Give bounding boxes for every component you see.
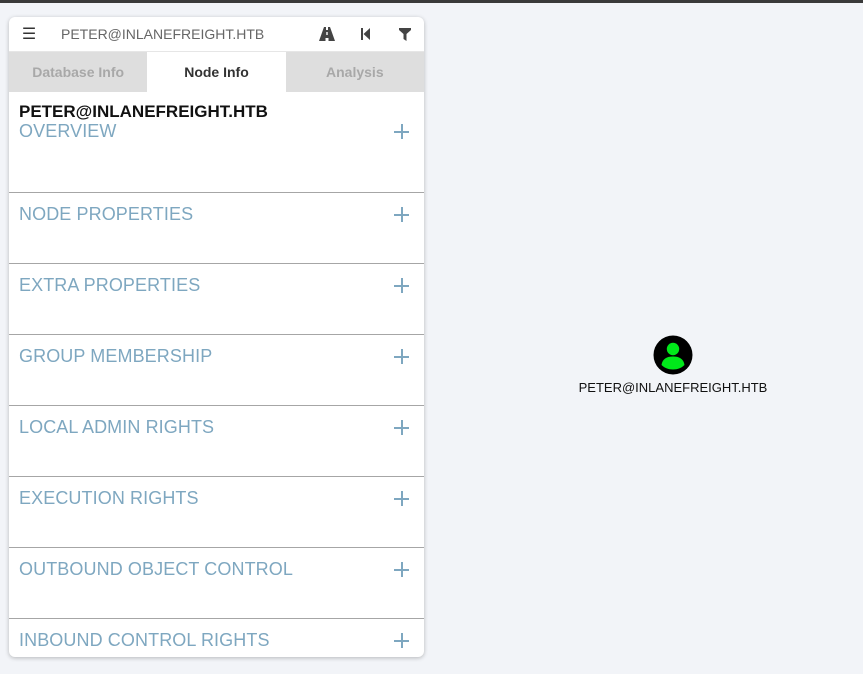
section-overview[interactable]: OVERVIEW bbox=[9, 121, 424, 193]
section-label: EXTRA PROPERTIES bbox=[19, 275, 201, 295]
user-icon bbox=[653, 335, 693, 375]
plus-icon[interactable] bbox=[394, 633, 409, 648]
section-extra-properties[interactable]: EXTRA PROPERTIES bbox=[9, 264, 424, 335]
section-label: INBOUND CONTROL RIGHTS bbox=[19, 630, 270, 650]
hamburger-menu-icon[interactable]: ☰ bbox=[9, 24, 49, 44]
graph-user-node[interactable] bbox=[653, 335, 693, 375]
graph-node-label: PETER@INLANEFREIGHT.HTB bbox=[578, 380, 768, 395]
section-local-admin-rights[interactable]: LOCAL ADMIN RIGHTS bbox=[9, 406, 424, 477]
search-row: ☰ bbox=[9, 17, 424, 52]
section-label: OUTBOUND OBJECT CONTROL bbox=[19, 559, 293, 579]
section-inbound-control-rights[interactable]: INBOUND CONTROL RIGHTS bbox=[9, 619, 424, 657]
section-execution-rights[interactable]: EXECUTION RIGHTS bbox=[9, 477, 424, 548]
pathfinding-button[interactable] bbox=[307, 17, 346, 51]
plus-icon[interactable] bbox=[394, 562, 409, 577]
tab-bar: Database Info Node Info Analysis bbox=[9, 52, 424, 92]
section-label: OVERVIEW bbox=[19, 121, 117, 141]
plus-icon[interactable] bbox=[394, 420, 409, 435]
toolbar-icons bbox=[307, 17, 424, 51]
tab-database-info[interactable]: Database Info bbox=[9, 52, 148, 92]
filter-button[interactable] bbox=[385, 17, 424, 51]
section-label: GROUP MEMBERSHIP bbox=[19, 346, 213, 366]
road-icon bbox=[318, 27, 335, 41]
search-input[interactable] bbox=[59, 25, 283, 43]
plus-icon[interactable] bbox=[394, 491, 409, 506]
window-top-border bbox=[0, 0, 863, 3]
section-label: EXECUTION RIGHTS bbox=[19, 488, 199, 508]
sidebar-panel: ☰ Database Info Nod bbox=[9, 17, 424, 657]
tab-analysis[interactable]: Analysis bbox=[285, 52, 424, 92]
tab-node-info[interactable]: Node Info bbox=[147, 52, 286, 92]
plus-icon[interactable] bbox=[394, 278, 409, 293]
node-title: PETER@INLANEFREIGHT.HTB bbox=[19, 102, 268, 121]
back-button[interactable] bbox=[346, 17, 385, 51]
section-group-membership[interactable]: GROUP MEMBERSHIP bbox=[9, 335, 424, 406]
step-backward-icon bbox=[360, 28, 370, 40]
section-label: LOCAL ADMIN RIGHTS bbox=[19, 417, 215, 437]
section-node-properties[interactable]: NODE PROPERTIES bbox=[9, 193, 424, 264]
filter-icon bbox=[398, 27, 411, 41]
section-label: NODE PROPERTIES bbox=[19, 204, 194, 224]
plus-icon[interactable] bbox=[394, 207, 409, 222]
plus-icon[interactable] bbox=[394, 349, 409, 364]
section-outbound-object-control[interactable]: OUTBOUND OBJECT CONTROL bbox=[9, 548, 424, 619]
plus-icon[interactable] bbox=[394, 124, 409, 139]
